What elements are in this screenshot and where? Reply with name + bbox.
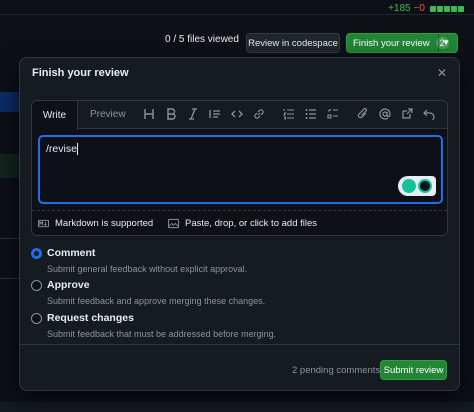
option-description: Submit general feedback without explicit… — [47, 264, 248, 274]
attach-icon[interactable] — [356, 107, 370, 121]
undo-icon[interactable] — [422, 107, 436, 121]
attach-files-button[interactable]: Paste, drop, or click to add files — [168, 218, 317, 229]
markdown-label: Markdown is supported — [55, 218, 154, 229]
triangle-down-icon[interactable]: ▼ — [442, 38, 450, 47]
task-list-icon[interactable] — [326, 107, 340, 121]
tab-preview[interactable]: Preview — [90, 109, 126, 120]
link-icon[interactable] — [252, 107, 266, 121]
diff-stat-bar — [430, 5, 464, 12]
code-icon[interactable] — [230, 107, 244, 121]
background-diff-strip — [0, 58, 20, 412]
radio-request-changes[interactable] — [31, 313, 42, 324]
deletions-count: −0 — [413, 3, 425, 14]
heading-icon[interactable] — [142, 107, 156, 121]
finish-review-button[interactable]: Finish your review 2 ▼ — [346, 33, 458, 53]
diff-stat-box — [437, 5, 443, 12]
submit-review-button[interactable]: Submit review — [380, 360, 447, 380]
italic-icon[interactable] — [186, 107, 200, 121]
option-label: Request changes — [47, 312, 134, 324]
ordered-list-icon[interactable] — [282, 107, 296, 121]
mention-icon[interactable] — [378, 107, 392, 121]
pending-comments-count: 2 pending comments — [292, 365, 381, 376]
bold-icon[interactable] — [164, 107, 178, 121]
diff-stat-box — [430, 5, 436, 12]
divider — [0, 238, 20, 239]
diff-stat-box — [451, 5, 457, 12]
page-header: +185 −0 0 / 5 files viewed Review in cod… — [0, 0, 474, 58]
files-viewed-counter: 0 / 5 files viewed — [165, 34, 239, 45]
image-icon — [168, 218, 179, 229]
divider — [0, 14, 474, 15]
finish-review-dialog: Finish your review ✕ Write Preview /revi… — [19, 57, 460, 391]
review-in-codespace-button[interactable]: Review in codespace — [246, 33, 340, 53]
option-label: Comment — [47, 247, 96, 259]
unordered-list-icon[interactable] — [304, 107, 318, 121]
comment-editor: Write Preview /revise Markdown is suppor… — [31, 100, 448, 236]
grammarly-bulb-icon — [402, 179, 416, 193]
attach-label: Paste, drop, or click to add files — [185, 218, 318, 229]
radio-comment[interactable] — [31, 248, 42, 259]
option-description: Submit feedback that must be addressed b… — [47, 329, 277, 339]
grammarly-status-icon — [418, 179, 432, 193]
diff-stat-box — [444, 5, 450, 12]
option-approve[interactable]: Approve Submit feedback and approve merg… — [31, 278, 431, 308]
editor-toolbar: Write Preview — [32, 101, 447, 130]
diff-stat: +185 −0 — [388, 3, 464, 14]
comment-textarea[interactable]: /revise — [38, 135, 443, 204]
dialog-title: Finish your review — [32, 67, 129, 79]
diff-hunk-strip — [0, 92, 20, 112]
text-cursor — [76, 143, 78, 156]
comment-text: /revise — [46, 143, 77, 155]
finish-review-label: Finish your review — [353, 37, 430, 49]
reference-icon[interactable] — [400, 107, 414, 121]
divider — [20, 344, 459, 345]
tab-write[interactable]: Write — [32, 101, 78, 130]
grammarly-widget[interactable] — [398, 176, 436, 196]
option-comment[interactable]: Comment Submit general feedback without … — [31, 246, 431, 276]
editor-footer: Markdown is supported Paste, drop, or cl… — [32, 210, 447, 235]
additions-count: +185 — [388, 3, 411, 14]
diff-added-strip — [0, 154, 20, 178]
grammarly-status-icon-inner — [420, 181, 430, 191]
option-label: Approve — [47, 279, 90, 291]
radio-approve[interactable] — [31, 280, 42, 291]
diff-stat-box — [458, 5, 464, 12]
option-description: Submit feedback and approve merging thes… — [47, 296, 266, 306]
markdown-supported-link[interactable]: Markdown is supported — [38, 218, 153, 229]
quote-icon[interactable] — [208, 107, 222, 121]
background-footer — [0, 402, 474, 412]
option-request-changes[interactable]: Request changes Submit feedback that mus… — [31, 311, 431, 341]
markdown-icon — [38, 219, 49, 228]
divider — [438, 34, 439, 52]
divider — [0, 278, 20, 279]
close-icon[interactable]: ✕ — [437, 66, 447, 80]
